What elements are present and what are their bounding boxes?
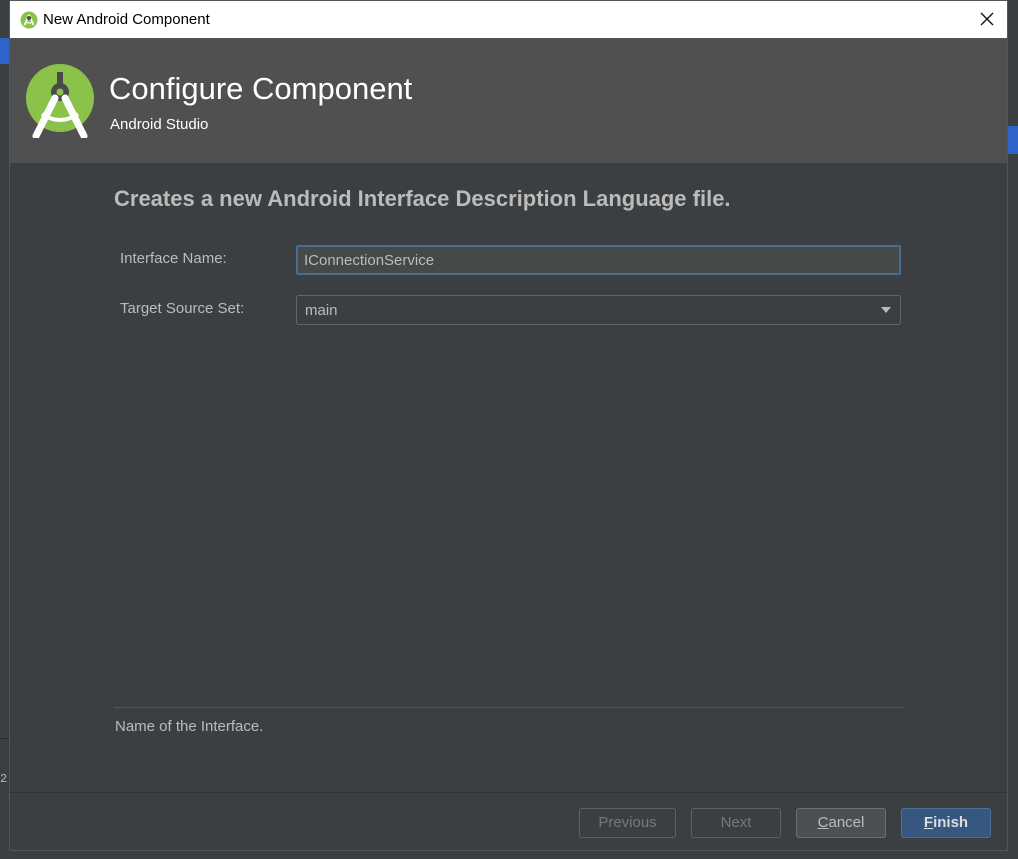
ide-gutter-digit: 2 — [0, 772, 8, 786]
interface-name-input[interactable] — [296, 245, 901, 275]
close-button[interactable] — [968, 1, 1006, 38]
finish-label-rest: inish — [933, 814, 969, 831]
wizard-description: Creates a new Android Interface Descript… — [114, 186, 731, 211]
android-studio-icon — [20, 11, 38, 29]
finish-mnemonic: F — [923, 814, 934, 831]
page-subtitle: Android Studio — [110, 116, 209, 133]
interface-name-label: Interface Name: — [120, 250, 227, 267]
title-bar: New Android Component — [10, 1, 1007, 38]
footer-divider — [10, 792, 1007, 793]
page-title: Configure Component — [109, 71, 413, 106]
finish-button[interactable]: Finish — [901, 808, 991, 838]
chevron-down-icon — [881, 307, 891, 313]
android-studio-logo — [26, 64, 94, 138]
ide-background-left — [0, 0, 9, 859]
new-android-component-dialog: New Android Component Configure Componen… — [9, 0, 1008, 851]
wizard-header: Configure Component Android Studio — [10, 38, 1007, 163]
cancel-mnemonic: C — [817, 814, 829, 831]
cancel-label-rest: ancel — [828, 814, 865, 831]
ide-divider — [0, 738, 9, 739]
window-title: New Android Component — [43, 11, 210, 28]
ide-selection-right — [1008, 126, 1018, 154]
target-source-set-label: Target Source Set: — [120, 300, 245, 317]
target-source-set-dropdown[interactable]: main — [296, 295, 901, 325]
target-source-set-value: main — [305, 302, 338, 319]
cancel-button[interactable]: Cancel — [796, 808, 886, 838]
help-separator — [114, 707, 904, 708]
close-icon — [980, 12, 994, 26]
next-button[interactable]: Next — [691, 808, 781, 838]
previous-button[interactable]: Previous — [579, 808, 676, 838]
ide-selection-left — [0, 38, 9, 64]
help-text: Name of the Interface. — [115, 718, 264, 735]
